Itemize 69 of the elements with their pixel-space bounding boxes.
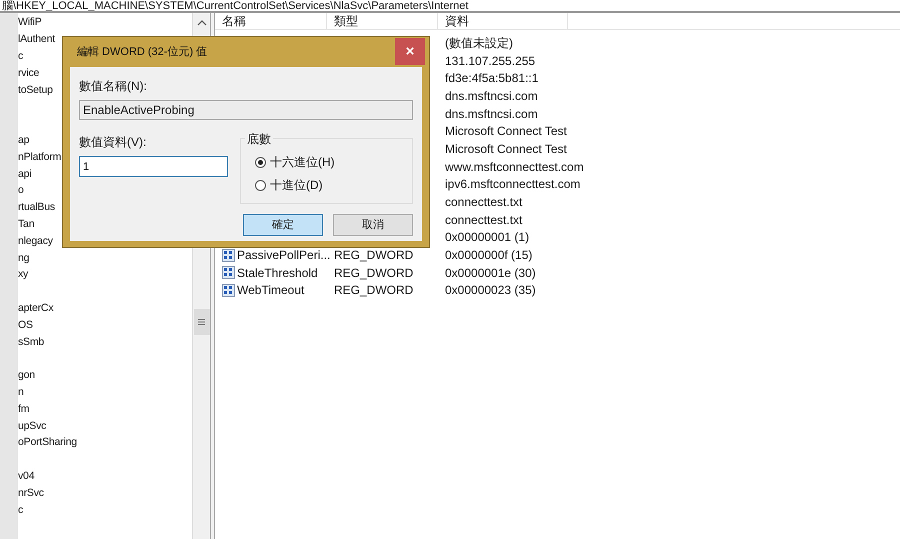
tree-item[interactable]: ng: [18, 250, 30, 266]
tree-item[interactable]: v04: [18, 468, 34, 484]
value-data: (數值未設定): [445, 36, 513, 50]
value-name-field: EnableActiveProbing: [79, 100, 413, 120]
radio-button[interactable]: [255, 180, 266, 190]
value-type: REG_DWORD: [334, 248, 414, 262]
value-data: 0x00000023 (35): [445, 283, 536, 298]
tree-item[interactable]: oPortSharing: [18, 434, 77, 450]
column-header[interactable]: 資料: [438, 13, 568, 29]
tree-item[interactable]: n: [18, 384, 24, 400]
value-data: connecttest.txt: [445, 212, 522, 227]
value-data: 0x0000000f (15): [445, 248, 532, 262]
tree-item[interactable]: ap: [18, 132, 30, 148]
value-data: 0x00000001 (1): [445, 230, 530, 244]
close-button[interactable]: ×: [395, 38, 425, 64]
value-data: connecttest.txt: [445, 195, 522, 210]
tree-item[interactable]: nPlatform: [18, 148, 62, 165]
tree-item[interactable]: lAuthent: [18, 31, 55, 48]
column-header[interactable]: 名稱: [215, 13, 327, 29]
tree-item[interactable]: nrSvc: [18, 484, 44, 501]
value-type: REG_DWORD: [334, 266, 414, 280]
tree-item[interactable]: OS: [18, 316, 33, 333]
tree-item[interactable]: xy: [18, 266, 28, 282]
dialog-button[interactable]: 確定: [243, 214, 323, 236]
tree-item[interactable]: o: [18, 182, 24, 198]
tree-item[interactable]: gon: [18, 367, 35, 384]
value-name[interactable]: PassivePollPeri...: [237, 246, 330, 264]
radio-option[interactable]: 十進位(D): [255, 176, 412, 194]
value-type: REG_DWORD: [334, 283, 414, 298]
value-name[interactable]: WebTimeout: [237, 281, 304, 300]
tree-item[interactable]: Tan: [18, 216, 34, 232]
tree-item[interactable]: c: [18, 502, 24, 518]
field-label: 數值資料(V):: [79, 134, 148, 151]
value-data-field[interactable]: 1: [79, 156, 228, 177]
tree-item[interactable]: rtualBus: [18, 199, 55, 216]
scroll-up-icon[interactable]: [196, 19, 206, 27]
tree-item[interactable]: upSvc: [18, 418, 46, 434]
group-title: 底數: [245, 130, 273, 148]
tree-item[interactable]: toSetup: [18, 82, 53, 98]
value-name[interactable]: StaleThreshold: [237, 264, 318, 282]
radio-option[interactable]: 十六進位(H): [255, 153, 412, 171]
tree-item[interactable]: nlegacy: [18, 232, 53, 249]
grip-icon: [198, 319, 205, 325]
value-data: 131.107.255.255: [445, 54, 536, 68]
tree-item[interactable]: fm: [18, 400, 30, 417]
binary-value-icon: [222, 248, 235, 262]
tree-item[interactable]: c: [18, 48, 24, 64]
tree-item[interactable]: apterCx: [18, 300, 54, 316]
dialog-title: 編輯 DWORD (32-位元) 值: [76, 44, 208, 60]
value-data: Microsoft Connect Test: [445, 142, 567, 156]
value-data: 0x0000001e (30): [445, 266, 536, 280]
value-data: ipv6.msftconnecttest.com: [445, 177, 580, 192]
tree-item[interactable]: WifiP: [18, 14, 42, 30]
value-data: Microsoft Connect Test: [445, 124, 567, 138]
radio-button[interactable]: [255, 156, 266, 168]
column-header[interactable]: 類型: [327, 13, 438, 29]
value-data: fd3e:4f5a:5b81::1: [445, 71, 538, 86]
dialog-button[interactable]: 取消: [333, 214, 413, 236]
tree-item[interactable]: api: [18, 166, 32, 182]
binary-value-icon: [222, 266, 235, 280]
tree-item[interactable]: sSmb: [18, 334, 44, 350]
address-bar[interactable]: 腦\HKEY_LOCAL_MACHINE\SYSTEM\CurrentControlSet\Services\NlaSvc\Parameters\Internet: [0, 0, 900, 13]
value-data: dns.msftncsi.com: [445, 106, 538, 121]
field-label: 數值名稱(N):: [79, 78, 148, 95]
value-data: dns.msftncsi.com: [445, 88, 538, 103]
binary-value-icon: [222, 284, 235, 297]
scroll-thumb[interactable]: [194, 309, 210, 335]
tree-item[interactable]: rvice: [18, 64, 40, 81]
value-data: www.msftconnecttest.com: [445, 160, 584, 174]
